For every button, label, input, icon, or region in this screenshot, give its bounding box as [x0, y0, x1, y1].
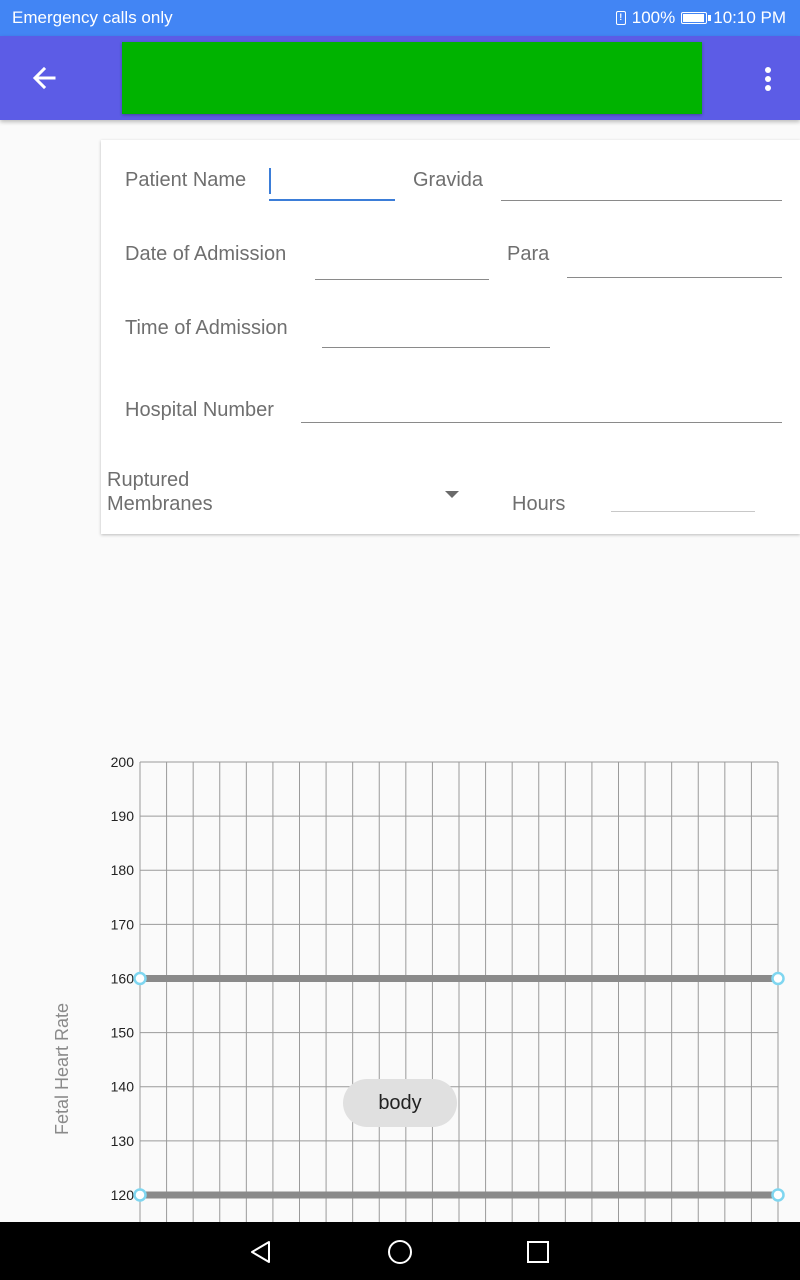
y-tick-labels: 200 190 180 170 160 150 140 130 120	[111, 754, 135, 1203]
battery-icon	[681, 12, 712, 24]
nav-recents-icon[interactable]	[527, 1241, 549, 1263]
carrier-text: Emergency calls only	[12, 8, 173, 27]
ruptured-membranes-dropdown[interactable]: Ruptured Membranes	[107, 468, 467, 520]
patient-name-input[interactable]	[269, 162, 395, 202]
dropdown-arrow-icon	[445, 491, 459, 498]
hours-underline	[611, 511, 755, 512]
y-tick-label: 150	[111, 1025, 135, 1041]
gravida-underline	[501, 200, 782, 201]
y-tick-label: 200	[111, 754, 135, 770]
reference-line-handle[interactable]	[771, 971, 785, 986]
hours-label: Hours	[512, 493, 566, 515]
y-axis-label: Fetal Heart Rate	[52, 1003, 72, 1135]
battery-alert-icon: !	[615, 11, 626, 25]
battery-percent: 100%	[631, 8, 676, 27]
arrow-left-icon[interactable]	[24, 58, 64, 98]
y-tick-label: 130	[111, 1133, 135, 1149]
y-tick-label: 120	[111, 1187, 135, 1203]
date-of-admission-input[interactable]	[315, 240, 489, 280]
para-input[interactable]	[567, 240, 782, 280]
date-of-admission-label: Date of Admission	[125, 243, 287, 265]
y-tick-label: 170	[111, 916, 135, 932]
chart-grid	[139, 761, 779, 1222]
date-of-admission-underline	[315, 279, 489, 280]
text-cursor	[269, 168, 271, 194]
nav-back-icon[interactable]	[249, 1240, 273, 1264]
patient-name-underline	[269, 199, 395, 201]
patient-form-card: Patient Name Gravida Date of Admission P…	[101, 140, 800, 534]
app-bar	[0, 36, 800, 120]
nav-home-icon[interactable]	[387, 1239, 413, 1265]
para-underline	[567, 277, 782, 278]
gravida-input[interactable]	[501, 162, 782, 202]
reference-line-handle[interactable]	[771, 1188, 785, 1202]
hospital-number-label: Hospital Number	[125, 399, 274, 421]
y-tick-label: 140	[111, 1079, 135, 1095]
status-icons: ! 100% 10:10 PM	[615, 8, 786, 28]
y-tick-label: 190	[111, 808, 135, 824]
time-of-admission-label: Time of Admission	[125, 317, 288, 339]
hours-input[interactable]	[611, 480, 755, 512]
tooltip-body: body	[343, 1079, 457, 1127]
app-title-banner	[122, 42, 702, 114]
status-bar: Emergency calls only ! 100% 10:10 PM	[0, 0, 800, 36]
time-of-admission-underline	[322, 347, 550, 348]
ruptured-membranes-label-line2: Membranes	[107, 493, 213, 515]
hospital-number-input[interactable]	[301, 385, 782, 425]
y-tick-label: 180	[111, 862, 135, 878]
navigation-bar	[0, 1222, 800, 1280]
clock: 10:10 PM	[713, 8, 786, 27]
patient-name-label: Patient Name	[125, 169, 247, 191]
fetal-heart-rate-chart: Fetal Heart Rate 200 190 180 170 160 150 140 13…	[52, 754, 785, 1222]
para-label: Para	[507, 243, 550, 265]
ruptured-membranes-label-line1: Ruptured	[107, 469, 190, 491]
more-vert-icon[interactable]	[756, 64, 780, 94]
reference-line-handle[interactable]	[133, 1188, 147, 1202]
gravida-label: Gravida	[413, 169, 484, 191]
time-of-admission-input[interactable]	[322, 310, 550, 350]
reference-line-handle[interactable]	[133, 971, 147, 986]
hospital-number-underline	[301, 422, 782, 423]
y-tick-label: 160	[111, 970, 135, 986]
